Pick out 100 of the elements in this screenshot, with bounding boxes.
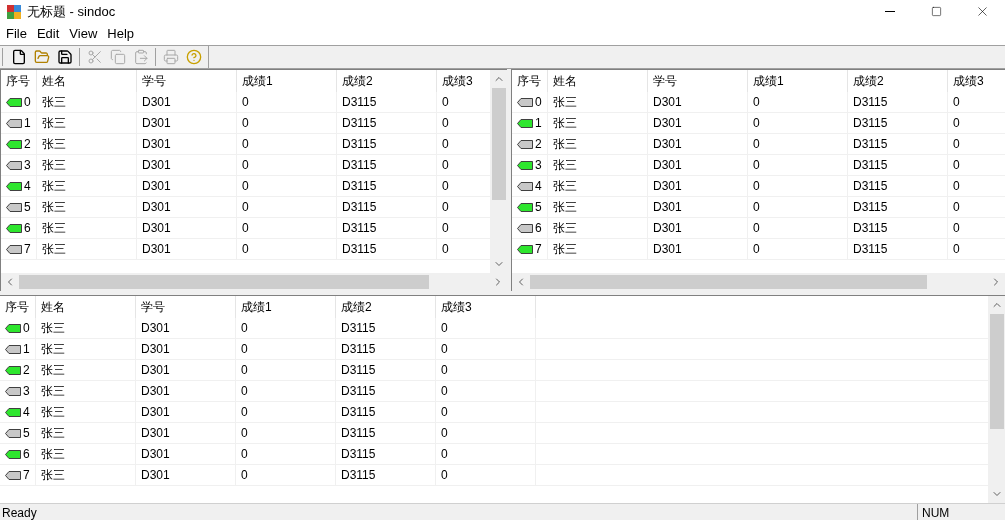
table-cell-text: 6 [23, 446, 30, 463]
folder-icon [33, 49, 50, 65]
table-cell-text: D3115 [853, 115, 888, 132]
table-cell-text: D3115 [342, 136, 377, 153]
table-cell-text: 0 [753, 136, 760, 153]
table-cell-text: D3115 [853, 157, 888, 174]
table-cell-text: 6 [24, 220, 31, 237]
window-title: 无标题 - sindoc [27, 2, 116, 21]
table-cell-text: D3115 [342, 115, 377, 132]
menu-item[interactable]: Edit [31, 24, 65, 44]
table-cell-text: 0 [441, 341, 448, 358]
table-cell-text: 0 [242, 157, 249, 174]
table-cell-text: 2 [23, 362, 30, 379]
table-cell-text: 张三 [553, 199, 577, 216]
table-cell-text: D301 [141, 320, 170, 337]
table-cell-text: D3115 [853, 241, 888, 258]
table-cell-text: 0 [242, 220, 249, 237]
vertical-scrollbar[interactable] [490, 70, 507, 273]
table-cell-text: 张三 [42, 157, 66, 174]
table-cell-text: D3115 [342, 94, 377, 111]
table-cell-text: D301 [653, 136, 682, 153]
table-cell-text: 张三 [42, 241, 66, 258]
table-cell-text: D3115 [341, 446, 376, 463]
table-cell-text: 张三 [553, 220, 577, 237]
table-cell-text: D3115 [341, 341, 376, 358]
table-cell-text: 0 [953, 220, 960, 237]
table-cell-text: 0 [242, 178, 249, 195]
menu-item[interactable]: File [1, 24, 32, 44]
table-cell-text: 0 [753, 178, 760, 195]
table-cell-text: 0 [442, 115, 449, 132]
table-cell-text: 张三 [41, 425, 65, 442]
table-cell-text: 0 [24, 94, 31, 111]
table-cell-text: 张三 [41, 383, 65, 400]
table-cell-text: D3115 [853, 94, 888, 111]
table-cell-text: 张三 [41, 320, 65, 337]
paste-icon [132, 49, 149, 65]
table-cell-text: D3115 [853, 136, 888, 153]
table-cell-text: D301 [142, 241, 171, 258]
menu-item[interactable]: View [64, 24, 103, 44]
table-cell-text: 0 [753, 220, 760, 237]
table-cell-text: 张三 [41, 404, 65, 421]
table-cell-text: 0 [442, 157, 449, 174]
table-cell-text: D3115 [341, 383, 376, 400]
table-cell-text: D301 [653, 220, 682, 237]
table-cell-text: D301 [141, 383, 170, 400]
table-cell-text: 2 [24, 136, 31, 153]
table-cell-text: D3115 [341, 467, 376, 484]
horizontal-scrollbar[interactable] [1, 273, 507, 291]
new-file-icon [10, 49, 27, 65]
table-cell-text: 0 [241, 404, 248, 421]
table-cell-text: D301 [142, 199, 171, 216]
table-cell-text: 1 [24, 115, 31, 132]
vertical-scrollbar[interactable] [988, 296, 1005, 503]
table-cell-text: 0 [953, 178, 960, 195]
copy-icon [109, 49, 126, 65]
table-cell-text: D3115 [853, 220, 888, 237]
table-cell-text: D3115 [342, 241, 377, 258]
table-cell-text: 0 [441, 425, 448, 442]
table-cell-text: 张三 [41, 362, 65, 379]
table-cell-text: D301 [141, 362, 170, 379]
table-cell-text: 0 [441, 362, 448, 379]
table-cell-text: D301 [141, 341, 170, 358]
horizontal-scrollbar[interactable] [512, 273, 1005, 291]
table-cell-text: D3115 [342, 157, 377, 174]
table-cell-text: D301 [141, 425, 170, 442]
table-cell-text: 0 [753, 115, 760, 132]
table-cell-text: 7 [23, 467, 30, 484]
table-cell-text: 0 [242, 94, 249, 111]
table-cell-text: 张三 [41, 467, 65, 484]
table-cell-text: 0 [242, 136, 249, 153]
table-cell-text: D3115 [853, 199, 888, 216]
table-cell-text: 0 [242, 115, 249, 132]
table-cell-text: 0 [753, 94, 760, 111]
table-cell-text: 张三 [42, 136, 66, 153]
app-icon [6, 3, 22, 20]
table-cell-text: 张三 [553, 115, 577, 132]
table-cell-text: 张三 [41, 341, 65, 358]
menu-item[interactable]: Help [102, 24, 140, 44]
table-cell-text: 0 [441, 383, 448, 400]
table-cell-text: 4 [24, 178, 31, 195]
table-cell-text: 5 [23, 425, 30, 442]
table-cell-text: 0 [953, 241, 960, 258]
table-cell-text: 0 [242, 241, 249, 258]
table-cell-text: 0 [953, 157, 960, 174]
table-cell-text: D301 [141, 467, 170, 484]
num-lock-indicator: NUM [917, 504, 977, 520]
table-cell-text: 张三 [42, 199, 66, 216]
table-cell-text: 张三 [553, 157, 577, 174]
table-cell-text: 0 [535, 94, 542, 111]
table-cell-text: 5 [24, 199, 31, 216]
table-cell-text: 0 [441, 467, 448, 484]
table-cell-text: D301 [142, 178, 171, 195]
table-cell-text: 7 [24, 241, 31, 258]
table-cell-text: 0 [953, 199, 960, 216]
table-cell-text: 0 [242, 199, 249, 216]
table-cell-text: 0 [953, 115, 960, 132]
table-cell-text: D301 [653, 115, 682, 132]
table-cell-text: 3 [23, 383, 30, 400]
table-cell-text: 张三 [42, 115, 66, 132]
status-message: Ready [1, 505, 38, 520]
